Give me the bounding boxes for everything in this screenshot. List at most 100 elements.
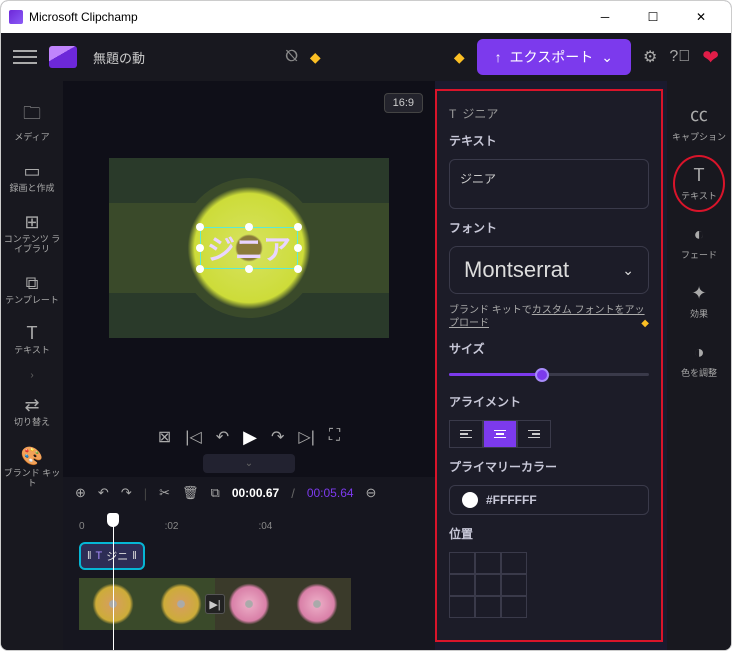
minimize-button[interactable]: ─	[583, 1, 627, 33]
favorite-icon[interactable]: ❤	[702, 45, 719, 70]
total-time: 00:05.64	[307, 486, 354, 500]
timeline[interactable]: 0 :02 :04 ‖ T ジニ ‖ ▶|	[63, 509, 435, 650]
premium-badge-icon[interactable]: ◆	[454, 49, 465, 66]
alignment-label: アライメント	[449, 393, 649, 410]
font-dropdown[interactable]: Montserrat ⌄	[449, 246, 649, 294]
current-time: 00:00.67	[232, 486, 279, 500]
pos-mid-right[interactable]	[501, 574, 527, 596]
fade-icon: ◐	[694, 224, 705, 245]
upload-icon: ↑	[495, 49, 502, 65]
aspect-ratio-button[interactable]: 16:9	[384, 93, 423, 113]
align-left-button[interactable]	[449, 420, 483, 448]
align-center-button[interactable]	[483, 420, 517, 448]
pos-bot-center[interactable]	[475, 596, 501, 618]
delete-button[interactable]: 🗑	[182, 485, 199, 501]
ruler-mark: :04	[258, 521, 272, 532]
nav-media[interactable]: 🗀メディア	[1, 93, 63, 151]
skip-forward-button[interactable]: ▷|	[298, 427, 314, 448]
nav-transitions[interactable]: ⇄切り替え	[1, 387, 63, 436]
center-area: 16:9 ジニア ⊠ |◁ ↶	[63, 81, 435, 650]
folder-icon: 🗀	[23, 101, 41, 131]
video-preview[interactable]: ジニア	[109, 158, 389, 338]
help-icon[interactable]: ?⃝	[669, 48, 690, 66]
menu-button[interactable]	[13, 45, 37, 69]
forward-button[interactable]: ↷	[271, 427, 284, 448]
nav-record[interactable]: ▭録画と作成	[1, 153, 63, 202]
duplicate-button[interactable]: ⧉	[211, 485, 220, 501]
pos-mid-left[interactable]	[449, 574, 475, 596]
align-right-button[interactable]	[517, 420, 551, 448]
text-label: テキスト	[449, 132, 649, 149]
left-sidebar: 🗀メディア ▭録画と作成 ⊞コンテンツ ライブラリ ⧉テンプレート Tテキスト …	[1, 81, 63, 650]
preview-area: 16:9 ジニア	[63, 81, 435, 415]
pos-top-center[interactable]	[475, 552, 501, 574]
pos-mid-center[interactable]	[475, 574, 501, 596]
chevron-down-icon: ⌄	[622, 262, 634, 279]
nav-templates[interactable]: ⧉テンプレート	[1, 265, 63, 314]
rnav-fade[interactable]: ◐フェード	[667, 216, 731, 269]
video-clip-2[interactable]: ▶|	[215, 578, 351, 630]
clip-handle-right-icon[interactable]: ‖	[132, 550, 137, 562]
project-title-input[interactable]	[89, 46, 273, 69]
right-sidebar: ㏄キャプション Tテキスト ◐フェード ✦効果 ◑色を調整	[667, 81, 731, 650]
premium-diamond-icon: ◆	[641, 317, 649, 330]
nav-library[interactable]: ⊞コンテンツ ライブラリ	[1, 204, 63, 263]
size-slider[interactable]	[449, 367, 649, 383]
panel-header: T ジニア	[449, 105, 649, 122]
maximize-button[interactable]: ☐	[631, 1, 675, 33]
app-window: Microsoft Clipchamp ─ ☐ ✕ ⦰ ◆ ◆ ↑ エクスポート…	[0, 0, 732, 651]
text-icon: T	[449, 107, 456, 121]
fit-icon[interactable]: ⊕	[75, 485, 86, 501]
visibility-toggle-icon[interactable]: ⦰	[285, 48, 298, 66]
undo-button[interactable]: ↶	[98, 485, 109, 501]
rnav-text[interactable]: Tテキスト	[667, 157, 731, 210]
text-icon: T	[96, 550, 103, 562]
ruler-mark: 0	[79, 521, 85, 532]
transitions-icon: ⇄	[24, 395, 39, 416]
pos-top-right[interactable]	[501, 552, 527, 574]
premium-diamond-icon[interactable]: ◆	[310, 49, 321, 66]
nav-expand[interactable]: ›	[1, 366, 63, 385]
nav-brandkit[interactable]: 🎨ブランド キット	[1, 438, 63, 497]
rnav-captions[interactable]: ㏄キャプション	[667, 93, 731, 151]
effects-icon: ✦	[691, 283, 706, 304]
rewind-button[interactable]: ↶	[216, 427, 229, 448]
rnav-adjust-color[interactable]: ◑色を調整	[667, 334, 731, 387]
slider-thumb[interactable]	[535, 368, 549, 382]
time-ruler[interactable]: 0 :02 :04	[75, 517, 423, 542]
fullscreen-button[interactable]: ⛶	[329, 427, 340, 448]
close-button[interactable]: ✕	[679, 1, 723, 33]
nav-text[interactable]: Tテキスト	[1, 315, 63, 364]
text-overlay[interactable]: ジニア	[200, 227, 298, 269]
app-title: Microsoft Clipchamp	[29, 10, 138, 24]
font-label: フォント	[449, 219, 649, 236]
expand-timeline-button[interactable]: ⌄	[203, 454, 295, 473]
text-icon: T	[27, 323, 38, 344]
library-icon: ⊞	[24, 212, 39, 233]
pos-bot-left[interactable]	[449, 596, 475, 618]
clip-handle-left-icon[interactable]: ‖	[87, 550, 92, 562]
split-button[interactable]: ✂	[159, 485, 170, 501]
timeline-toolbar: ⊕ ↶ ↷ | ✂ 🗑 ⧉ 00:00.67 / 00:05.64 ⊖	[63, 477, 435, 509]
play-button[interactable]: ▶	[243, 427, 257, 448]
text-input[interactable]: ジニア	[449, 159, 649, 209]
rnav-effects[interactable]: ✦効果	[667, 275, 731, 328]
text-clip[interactable]: ‖ T ジニ ‖	[79, 542, 145, 570]
brandkit-icon: 🎨	[21, 446, 43, 467]
transition-icon[interactable]: ▶|	[205, 594, 225, 614]
settings-icon[interactable]: ⚙	[643, 47, 657, 67]
pos-bot-right[interactable]	[501, 596, 527, 618]
color-picker-button[interactable]: #FFFFFF	[449, 485, 649, 515]
playback-controls: ⊠ |◁ ↶ ▶ ↷ ▷| ⛶	[63, 415, 435, 454]
playhead[interactable]	[113, 517, 114, 650]
redo-button[interactable]: ↷	[121, 485, 132, 501]
ruler-mark: :02	[165, 521, 179, 532]
export-button[interactable]: ↑ エクスポート ⌄	[477, 39, 631, 75]
video-clip-1[interactable]	[79, 578, 215, 630]
text-icon: T	[694, 165, 705, 186]
section-toggle-icon[interactable]: ⊠	[158, 427, 171, 448]
captions-icon: ㏄	[690, 101, 708, 127]
pos-top-left[interactable]	[449, 552, 475, 574]
skip-back-button[interactable]: |◁	[185, 427, 201, 448]
zoom-out-button[interactable]: ⊖	[366, 485, 377, 501]
